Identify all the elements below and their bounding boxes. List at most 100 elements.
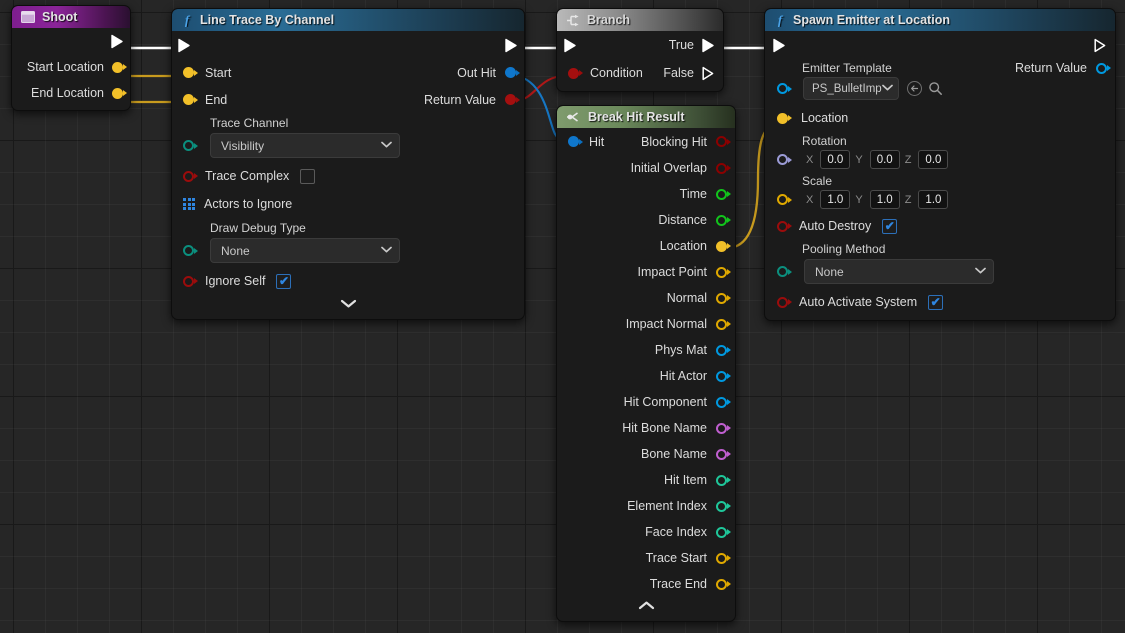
exec-in-pin-line-trace[interactable] (178, 38, 191, 53)
exec-out-pin-line-trace[interactable] (505, 38, 518, 53)
pin-hit[interactable] (568, 136, 583, 147)
rotation-z-field[interactable]: 0.0 (918, 150, 949, 169)
pin-spawn-location[interactable] (777, 112, 792, 124)
chevron-down-icon (381, 245, 392, 256)
ignore-self-checkbox[interactable]: ✔ (276, 273, 292, 289)
node-spawn-emitter-body: Emitter Template Return Value PS_BulletI… (765, 31, 1115, 320)
break-distance-row: Distance (557, 207, 735, 233)
break-hit-actor-row: Hit Actor (557, 363, 735, 389)
scale-x-field[interactable]: 1.0 (820, 190, 851, 209)
node-shoot-body: Start Location End Location (12, 28, 130, 110)
node-spawn-emitter-at-location[interactable]: f Spawn Emitter at Location Emitter Temp… (764, 8, 1116, 321)
pin-phys-mat[interactable] (716, 344, 731, 356)
node-break-hit-result-title: Break Hit Result (588, 110, 685, 124)
exec-out-pin-spawn-emitter[interactable] (1094, 38, 1107, 53)
emitter-template-combo[interactable]: PS_BulletImpac (803, 77, 899, 100)
pin-hit-component[interactable] (716, 396, 731, 408)
pin-label-spawn-return-value: Return Value (1014, 61, 1087, 75)
pin-draw-debug-type[interactable] (183, 245, 198, 256)
pin-scale[interactable] (777, 194, 792, 205)
branch-node-icon (567, 14, 579, 26)
pin-element-index[interactable] (716, 500, 731, 512)
pin-label-location: Location (659, 239, 707, 253)
exec-out-pin-false[interactable] (702, 66, 715, 81)
pin-rotation[interactable] (777, 154, 792, 165)
pin-impact-point[interactable] (716, 266, 731, 278)
spawn-pooling-method-row: Pooling Method None (765, 240, 1115, 288)
rotation-x-field[interactable]: 0.0 (820, 150, 851, 169)
pin-normal[interactable] (716, 292, 731, 304)
scale-z-field[interactable]: 1.0 (918, 190, 949, 209)
rotation-axis-z-label: Z (904, 153, 912, 166)
pin-bone-name[interactable] (716, 448, 731, 460)
branch-condition-false-row: Condition False (557, 59, 723, 87)
break-hit-result-collapse-chevron[interactable] (557, 597, 735, 617)
node-shoot-title: Shoot (42, 10, 78, 24)
search-icon[interactable] (928, 81, 943, 96)
pin-distance[interactable] (716, 214, 731, 226)
pin-out-hit[interactable] (505, 67, 520, 78)
auto-destroy-checkbox[interactable]: ✔ (882, 218, 898, 234)
node-line-trace-header[interactable]: f Line Trace By Channel (172, 9, 524, 31)
pin-pooling-method[interactable] (777, 266, 792, 277)
break-normal-row: Normal (557, 285, 735, 311)
exec-out-pin-shoot[interactable] (111, 34, 124, 49)
spawn-auto-destroy-row: Auto Destroy ✔ (765, 212, 1115, 240)
array-pin-icon[interactable] (183, 198, 195, 210)
draw-debug-type-combo[interactable]: None (210, 238, 400, 263)
pin-start[interactable] (183, 67, 198, 78)
pin-auto-activate-system[interactable] (777, 296, 792, 308)
pin-emitter-template[interactable] (777, 83, 792, 94)
pin-hit-actor[interactable] (716, 370, 731, 382)
pin-impact-normal[interactable] (716, 318, 731, 330)
pin-label-impact-normal: Impact Normal (625, 317, 707, 331)
exec-in-pin-spawn-emitter[interactable] (773, 38, 786, 53)
pin-label-initial-overlap: Initial Overlap (630, 161, 707, 175)
pin-initial-overlap[interactable] (716, 162, 731, 174)
pin-hit-item[interactable] (716, 474, 731, 486)
pin-auto-destroy[interactable] (777, 220, 792, 232)
pin-end[interactable] (183, 94, 198, 105)
auto-activate-system-checkbox[interactable]: ✔ (928, 294, 944, 310)
node-shoot[interactable]: Shoot Start Location End Location (11, 5, 131, 111)
node-branch-header[interactable]: Branch (557, 9, 723, 31)
blueprint-graph-canvas[interactable]: Shoot Start Location End Location f Line… (0, 0, 1125, 633)
pin-trace-start[interactable] (716, 552, 731, 564)
shoot-start-location-row: Start Location (12, 54, 130, 80)
node-spawn-emitter-header[interactable]: f Spawn Emitter at Location (765, 9, 1115, 31)
node-break-hit-result[interactable]: Break Hit Result Hit Blocking Hit Initia… (556, 105, 736, 622)
node-shoot-header[interactable]: Shoot (12, 6, 130, 28)
exec-out-pin-true[interactable] (702, 38, 715, 53)
pin-hit-bone-name[interactable] (716, 422, 731, 434)
pin-blocking-hit[interactable] (716, 136, 731, 147)
pin-spawn-return-value[interactable] (1096, 62, 1111, 74)
rotation-y-field[interactable]: 0.0 (869, 150, 900, 169)
node-break-hit-result-header[interactable]: Break Hit Result (557, 106, 735, 128)
line-trace-expand-chevron[interactable] (172, 295, 524, 315)
pin-trace-channel[interactable] (183, 140, 198, 151)
node-branch[interactable]: Branch True Condition False (556, 8, 724, 92)
trace-channel-combo[interactable]: Visibility (210, 133, 400, 158)
pin-start-location[interactable] (112, 61, 127, 73)
trace-complex-checkbox[interactable] (300, 168, 316, 184)
pin-label-time: Time (679, 187, 707, 201)
pin-ignore-self[interactable] (183, 275, 198, 287)
pin-condition[interactable] (568, 67, 583, 79)
pin-trace-complex[interactable] (183, 170, 198, 182)
browse-back-icon[interactable] (907, 81, 922, 96)
label-rotation: Rotation (802, 134, 847, 148)
pin-label-impact-point: Impact Point (637, 265, 707, 279)
node-line-trace-by-channel[interactable]: f Line Trace By Channel Start Out Hit En… (171, 8, 525, 320)
scale-y-field[interactable]: 1.0 (869, 190, 900, 209)
pin-return-value[interactable] (505, 94, 520, 105)
pin-location[interactable] (716, 240, 731, 252)
pooling-method-combo[interactable]: None (804, 259, 994, 284)
pin-trace-end[interactable] (716, 578, 731, 590)
pin-face-index[interactable] (716, 526, 731, 538)
pin-end-location[interactable] (112, 87, 127, 99)
label-actors-to-ignore: Actors to Ignore (204, 197, 293, 211)
pin-time[interactable] (716, 188, 731, 200)
pin-label-hit: Hit (589, 134, 605, 149)
spawn-emitter-template-row: Emitter Template Return Value PS_BulletI… (765, 59, 1115, 104)
exec-in-pin-branch[interactable] (564, 38, 577, 53)
